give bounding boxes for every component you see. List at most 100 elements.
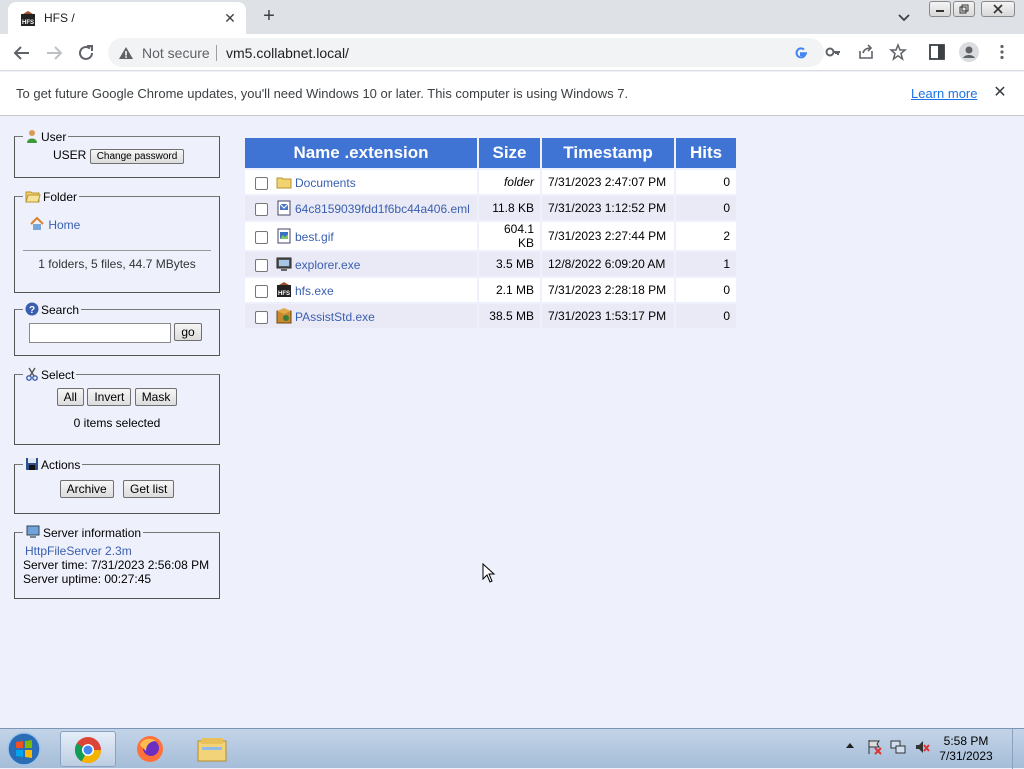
- size-cell: 3.5 MB: [477, 250, 542, 278]
- row-checkbox[interactable]: [255, 203, 268, 217]
- search-legend: ? Search: [23, 302, 81, 317]
- table-row[interactable]: Documents folder 7/31/2023 2:47:07 PM 0: [243, 168, 738, 196]
- forward-arrow-icon[interactable]: [43, 42, 65, 64]
- chrome-icon: [74, 737, 102, 764]
- table-row[interactable]: HFS hfs.exe 2.1 MB 7/31/2023 2:28:18 PM 0: [243, 276, 738, 304]
- close-window-button[interactable]: [981, 1, 1015, 17]
- row-checkbox[interactable]: [255, 177, 268, 191]
- row-checkbox[interactable]: [255, 259, 268, 273]
- file-rows: Documents folder 7/31/2023 2:47:07 PM 0 64c8…: [243, 168, 738, 330]
- change-password-button[interactable]: Change password: [89, 149, 185, 164]
- browser-toolbar: Not secure vm5.collabnet.local/: [0, 34, 1024, 71]
- omnibox-divider: [216, 45, 217, 61]
- minimize-icon: [936, 10, 944, 12]
- warning-triangle-icon[interactable]: [118, 45, 134, 61]
- email-file-icon: [276, 200, 295, 216]
- new-tab-button[interactable]: +: [258, 6, 280, 28]
- server-info-panel: Server information HttpFileServer 2.3m S…: [14, 525, 220, 599]
- side-panel-icon[interactable]: [928, 43, 946, 61]
- network-icon[interactable]: [890, 739, 906, 755]
- timestamp-column-header[interactable]: Timestamp: [540, 136, 676, 170]
- infobar-close-icon[interactable]: ✕: [991, 84, 1009, 102]
- select-legend: Select: [23, 367, 76, 382]
- url-text[interactable]: vm5.collabnet.local/: [226, 45, 349, 61]
- timestamp-cell: 12/8/2022 6:09:20 AM: [540, 250, 676, 278]
- hits-column-header[interactable]: Hits: [674, 136, 738, 170]
- taskbar-chrome[interactable]: [60, 731, 116, 767]
- select-buttons: All Invert Mask: [23, 388, 211, 406]
- menu-dots-icon[interactable]: [993, 43, 1011, 61]
- clock-time: 5:58 PM: [943, 734, 989, 748]
- user-legend: User: [23, 129, 68, 144]
- bookmark-star-icon[interactable]: [889, 43, 907, 61]
- home-link[interactable]: Home: [48, 218, 80, 232]
- action-center-flag-icon[interactable]: [866, 739, 882, 755]
- archive-button[interactable]: Archive: [59, 480, 114, 498]
- tab-search-chevron-icon[interactable]: [896, 9, 912, 25]
- hits-cell: 1: [674, 250, 738, 278]
- not-secure-label[interactable]: Not secure: [142, 45, 210, 61]
- home-row: Home: [29, 216, 211, 236]
- browser-tab[interactable]: HFS HFS / ✕: [8, 2, 246, 34]
- taskbar-explorer[interactable]: [184, 731, 240, 767]
- show-hidden-icons-icon[interactable]: [845, 739, 855, 753]
- close-window-icon: [993, 4, 1003, 14]
- select-all-button[interactable]: All: [56, 388, 84, 406]
- profile-avatar-icon[interactable]: [959, 42, 979, 62]
- file-explorer-icon: [197, 738, 227, 762]
- restore-button[interactable]: [953, 1, 975, 17]
- show-desktop-button[interactable]: [1012, 729, 1024, 769]
- user-icon: [27, 130, 37, 143]
- file-link[interactable]: Documents: [295, 176, 356, 190]
- learn-more-link[interactable]: Learn more: [911, 86, 977, 101]
- search-input[interactable]: [29, 323, 171, 343]
- invert-selection-button[interactable]: Invert: [87, 388, 132, 406]
- windows-start-icon[interactable]: [4, 731, 44, 767]
- volume-muted-icon[interactable]: [914, 739, 930, 755]
- table-row[interactable]: 64c8159039fdd1f6bc44a406.eml 11.8 KB 7/31/…: [243, 194, 738, 222]
- file-link[interactable]: hfs.exe: [295, 284, 334, 298]
- help-circle-icon: ?: [25, 302, 39, 316]
- search-row: go: [29, 323, 211, 343]
- share-icon[interactable]: [857, 43, 875, 61]
- row-checkbox[interactable]: [255, 231, 268, 245]
- actions-panel: Actions Archive Get list: [14, 457, 220, 514]
- go-button[interactable]: go: [174, 323, 202, 342]
- back-arrow-icon[interactable]: [11, 42, 33, 64]
- address-bar[interactable]: Not secure vm5.collabnet.local/: [108, 38, 824, 67]
- image-file-icon: [276, 228, 295, 244]
- hfs-favicon-icon: HFS: [21, 11, 35, 26]
- file-link[interactable]: PAssistStd.exe: [295, 310, 375, 324]
- size-column-header[interactable]: Size: [477, 136, 542, 170]
- google-icon[interactable]: [792, 44, 810, 62]
- table-row[interactable]: PAssistStd.exe 38.5 MB 7/31/2023 1:53:17 P…: [243, 302, 738, 330]
- server-legend-label: Server information: [43, 526, 142, 540]
- table-header-row: Name .extension Size Timestamp Hits: [243, 136, 738, 170]
- mask-button[interactable]: Mask: [134, 388, 178, 406]
- name-column-header[interactable]: Name .extension: [243, 136, 479, 170]
- folder-panel: Folder Home 1 folders, 5 files, 44.7 MBy…: [14, 189, 220, 293]
- actions-legend: Actions: [23, 457, 82, 472]
- size-cell: 2.1 MB: [477, 276, 542, 304]
- row-checkbox[interactable]: [255, 285, 268, 299]
- minimize-button[interactable]: [929, 1, 951, 17]
- tab-close-icon[interactable]: ✕: [222, 10, 238, 26]
- reload-icon[interactable]: [75, 42, 97, 64]
- size-cell: folder: [477, 168, 542, 196]
- table-row[interactable]: best.gif 604.1 KB 7/31/2023 2:27:44 PM 2: [243, 220, 738, 252]
- taskbar-clock[interactable]: 5:58 PM 7/31/2023: [936, 734, 996, 764]
- hfs-version-link[interactable]: HttpFileServer 2.3m: [25, 544, 132, 558]
- file-link[interactable]: 64c8159039fdd1f6bc44a406.eml: [295, 202, 470, 216]
- open-folder-icon: [25, 191, 41, 203]
- password-key-icon[interactable]: [824, 43, 842, 61]
- server-uptime: Server uptime: 00:27:45: [23, 572, 152, 586]
- infobar-message: To get future Google Chrome updates, you…: [16, 86, 629, 101]
- hits-cell: 2: [674, 220, 738, 252]
- get-list-button[interactable]: Get list: [123, 480, 175, 498]
- taskbar-firefox[interactable]: [122, 731, 178, 767]
- file-link[interactable]: best.gif: [295, 230, 334, 244]
- table-row[interactable]: explorer.exe 3.5 MB 12/8/2022 6:09:20 AM 1: [243, 250, 738, 278]
- timestamp-cell: 7/31/2023 2:28:18 PM: [540, 276, 676, 304]
- file-link[interactable]: explorer.exe: [295, 258, 360, 272]
- row-checkbox[interactable]: [255, 311, 268, 325]
